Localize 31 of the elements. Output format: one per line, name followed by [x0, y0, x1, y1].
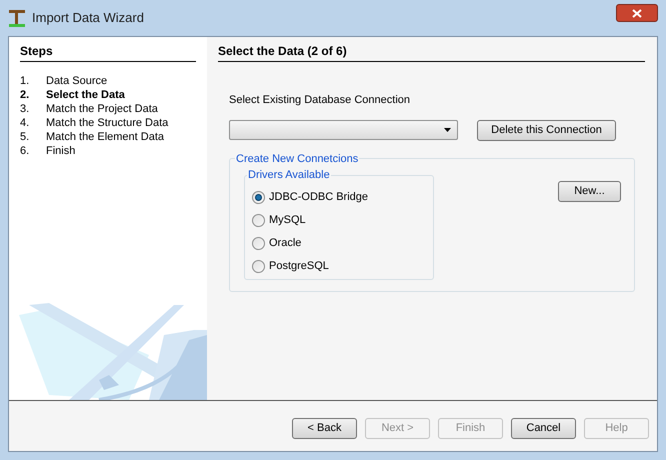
group-title: Drivers Available [247, 168, 331, 183]
app-icon [8, 8, 26, 28]
step-number: 3. [20, 102, 30, 117]
group-title: Create New Connetcions [235, 152, 360, 166]
new-button[interactable]: New... [558, 181, 621, 202]
dropdown-arrow-icon [444, 128, 451, 132]
step-number: 6. [20, 144, 30, 159]
steps-heading: Steps [20, 42, 196, 62]
step-number: 5. [20, 130, 30, 145]
wizard-button[interactable]: < Back [292, 418, 357, 439]
connection-dropdown[interactable] [229, 120, 458, 140]
step-label: Match the Project Data [46, 102, 158, 117]
window-title: Import Data Wizard [32, 9, 144, 28]
delete-connection-button[interactable]: Delete this Connection [477, 120, 616, 140]
step-label: Data Source [46, 74, 108, 89]
driver-radio[interactable]: PostgreSQL [252, 260, 426, 274]
driver-radio[interactable]: MySQL [252, 214, 426, 228]
step-label: Match the Element Data [46, 130, 164, 145]
step-number: 1. [20, 74, 30, 89]
step-label: Select the Data [46, 88, 125, 103]
wizard-button[interactable]: Cancel [511, 418, 576, 439]
step-number: 2. [20, 88, 30, 103]
driver-radio[interactable]: JDBC-ODBC Bridge [252, 190, 426, 204]
step-number: 4. [20, 116, 30, 131]
close-icon [632, 8, 642, 18]
connection-label: Select Existing Database Connection [229, 93, 411, 108]
driver-radio[interactable]: Oracle [252, 236, 426, 250]
close-button[interactable] [616, 4, 658, 22]
step-label: Match the Structure Data [46, 116, 168, 131]
step-label: Finish [46, 144, 76, 159]
page-heading: Select the Data (2 of 6) [218, 42, 645, 62]
